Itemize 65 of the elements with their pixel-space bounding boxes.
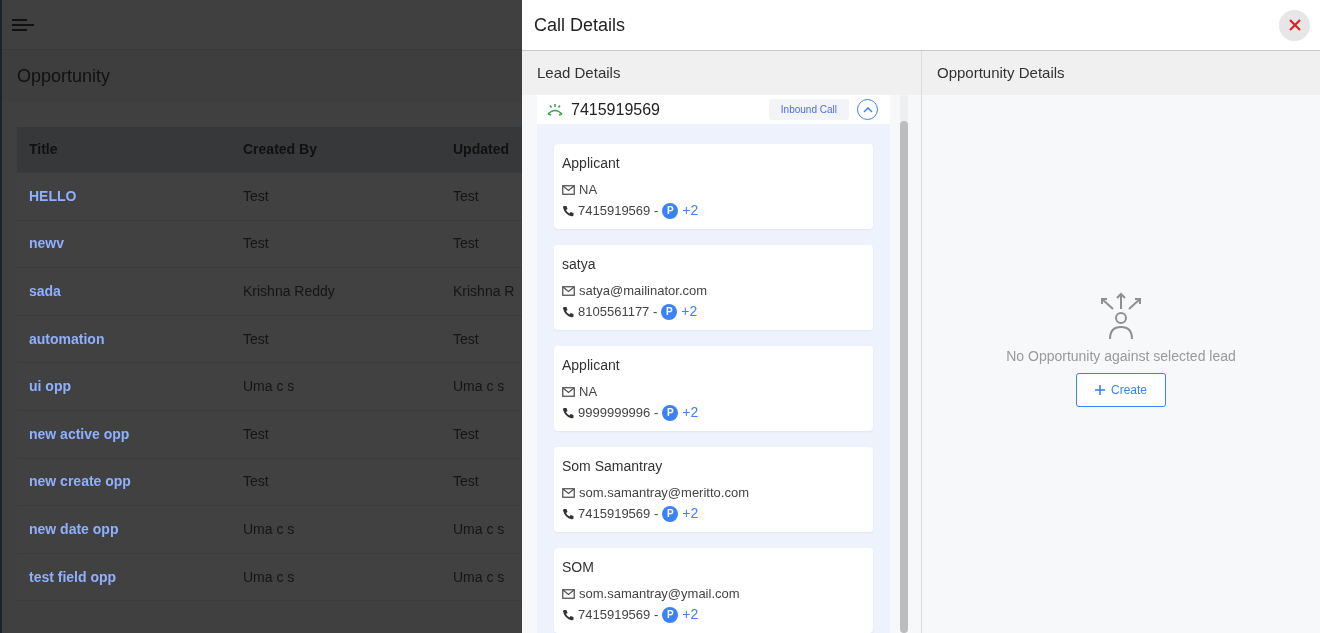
lead-email: som.samantray@meritto.com (579, 483, 749, 502)
primary-tag: P (662, 202, 679, 219)
lead-name: Som Samantray (562, 457, 664, 476)
mail-icon (562, 386, 575, 397)
primary-tag: P (662, 505, 679, 522)
more-numbers-count[interactable]: +2 (681, 301, 698, 322)
lead-phone: 7415919569 - (578, 605, 659, 624)
lead-name: Applicant (562, 356, 621, 375)
lead-email: NA (579, 180, 598, 199)
drawer-title: Call Details (534, 13, 626, 37)
lead-phone: 7415919569 - (578, 201, 659, 220)
opportunity-link[interactable]: new date opp (29, 520, 119, 537)
opportunity-link[interactable]: newv (29, 235, 64, 252)
opportunity-link[interactable]: new active opp (29, 425, 130, 442)
primary-tag: P (662, 404, 679, 421)
more-numbers-count[interactable]: +2 (682, 200, 699, 221)
lead-card[interactable]: Applicant NA 7415919569 - P +2 (554, 144, 873, 229)
call-type-tag: Inbound Call (768, 99, 849, 120)
empty-state-message: No Opportunity against selected lead (1006, 346, 1236, 366)
close-button[interactable] (1279, 9, 1310, 41)
primary-tag: P (661, 303, 678, 320)
primary-tag: P (662, 606, 679, 623)
chevron-up-icon (862, 106, 873, 113)
lead-email: satya@mailinator.com (579, 281, 708, 300)
lead-card[interactable]: satya satya@mailinator.com 8105561177 - P +2 (554, 245, 873, 330)
more-numbers-count[interactable]: +2 (682, 402, 699, 423)
lead-card[interactable]: Applicant NA 9999999996 - P +2 (554, 346, 873, 431)
menu-icon[interactable] (12, 17, 34, 32)
panel-title: Opportunity Details (937, 62, 1065, 83)
phone-icon (562, 305, 574, 318)
lead-card[interactable]: SOM som.samantray@ymail.com 7415919569 - P +2 (554, 548, 873, 633)
create-button[interactable]: Create (1076, 372, 1166, 407)
mail-icon (562, 487, 575, 498)
phone-number: 7415919569 (571, 99, 661, 120)
person-arrows-icon (1098, 291, 1144, 340)
lead-email: NA (579, 382, 598, 401)
lead-phone: 9999999996 - (578, 403, 659, 422)
phone-icon (562, 406, 574, 419)
more-numbers-count[interactable]: +2 (682, 503, 699, 524)
opportunity-link[interactable]: automation (29, 330, 105, 347)
collapse-button[interactable] (857, 99, 878, 120)
opportunity-link[interactable]: sada (29, 283, 61, 299)
opportunity-link[interactable]: HELLO (29, 187, 77, 204)
lead-name: satya (562, 255, 597, 274)
lead-phone: 8105561177 - (578, 302, 658, 321)
panel-title: Lead Details (537, 62, 621, 83)
scrollbar[interactable] (900, 95, 908, 633)
plus-icon (1095, 384, 1105, 395)
phone-icon (562, 608, 574, 621)
lead-email: som.samantray@ymail.com (579, 584, 740, 603)
lead-name: Applicant (562, 154, 621, 173)
phone-ringing-icon (547, 103, 563, 116)
lead-phone: 7415919569 - (578, 504, 659, 523)
lead-card[interactable]: Som Samantray som.samantray@meritto.com 7415919569 - P +2 (554, 447, 873, 532)
opportunity-link[interactable]: new create opp (29, 473, 131, 490)
opportunity-link[interactable]: ui opp (29, 378, 71, 395)
phone-icon (562, 507, 574, 520)
mail-icon (562, 588, 575, 599)
lead-name: SOM (562, 558, 595, 577)
mail-icon (562, 184, 575, 195)
close-icon (1288, 19, 1301, 31)
phone-icon (562, 204, 574, 217)
more-numbers-count[interactable]: +2 (682, 604, 699, 625)
opportunity-link[interactable]: test field opp (29, 568, 117, 585)
mail-icon (562, 285, 575, 296)
